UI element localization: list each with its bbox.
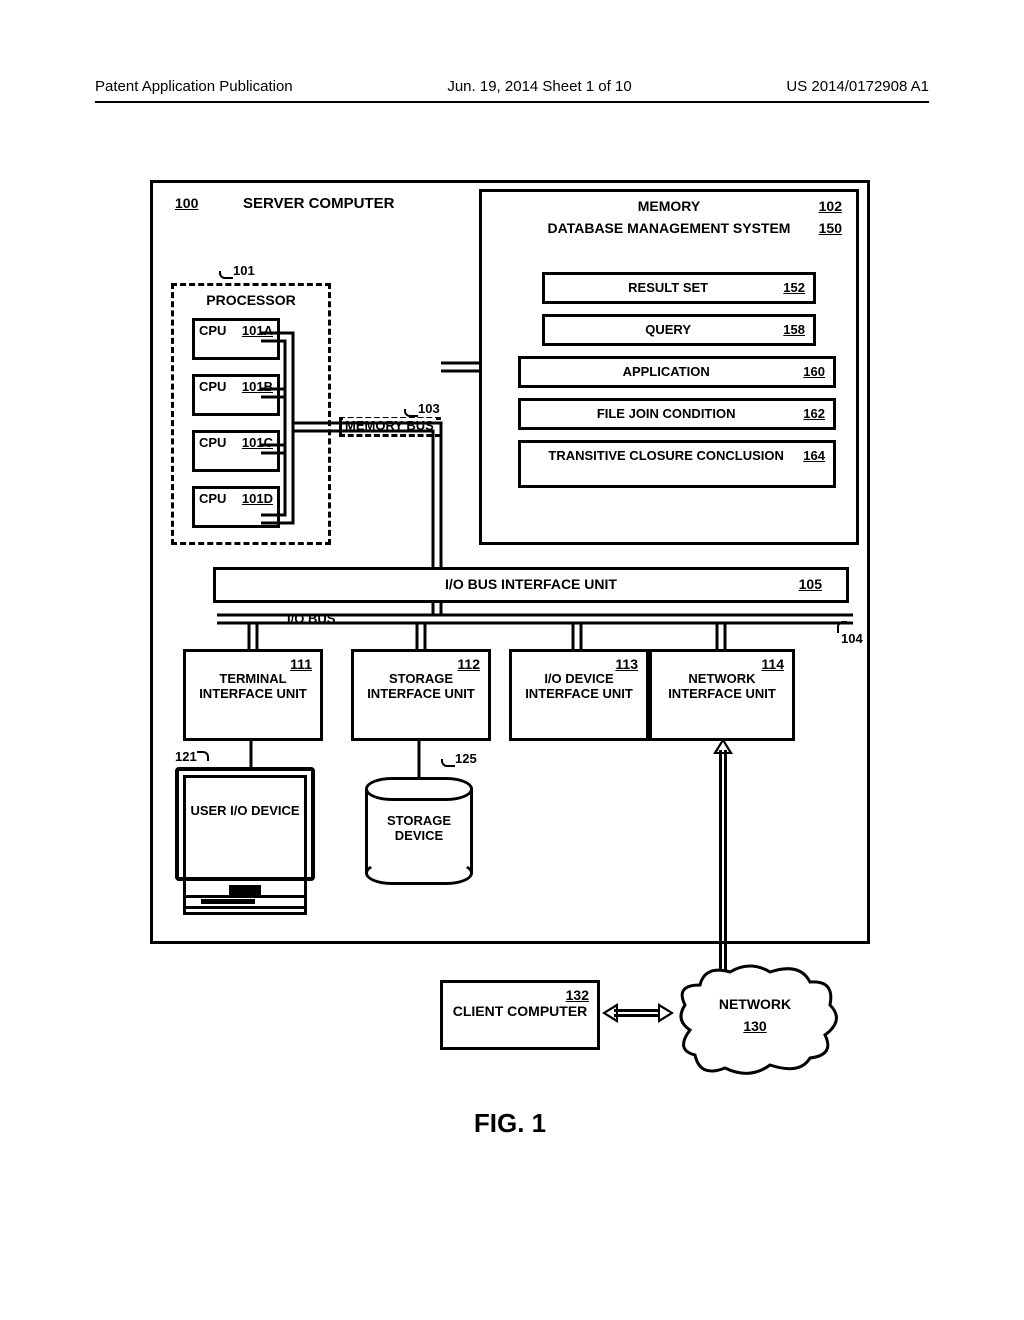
server-computer-box: 100 SERVER COMPUTER 101 PROCESSOR CPU101… — [150, 180, 870, 944]
diagram: 100 SERVER COMPUTER 101 PROCESSOR CPU101… — [150, 180, 870, 1180]
ref-100: 100 — [175, 195, 198, 211]
memory-box: MEMORY 102 DATABASE MANAGEMENT SYSTEM 15… — [479, 189, 859, 545]
network-label: NETWORK — [670, 996, 840, 1012]
user-io-device: USER I/O DEVICE — [175, 767, 315, 923]
memory-title: MEMORY — [482, 198, 856, 214]
io-bus-label: I/O BUS — [283, 611, 339, 626]
figure-label: FIG. 1 — [150, 1108, 870, 1139]
ref-102: 102 — [819, 198, 842, 214]
header-rule — [95, 101, 929, 103]
page-header: Patent Application Publication Jun. 19, … — [95, 78, 929, 95]
storage-device: STORAGE DEVICE — [365, 777, 473, 885]
ref-105: 105 — [799, 576, 822, 592]
ref-121: 121 — [175, 749, 197, 764]
file-join-box: FILE JOIN CONDITION162 — [518, 398, 836, 430]
network-cloud: NETWORK 130 — [670, 960, 840, 1080]
query-box: QUERY158 — [542, 314, 816, 346]
header-right: US 2014/0172908 A1 — [786, 78, 929, 95]
header-center: Jun. 19, 2014 Sheet 1 of 10 — [447, 78, 631, 95]
ref-104: 104 — [841, 631, 863, 646]
ref-103: 103 — [418, 401, 440, 416]
transitive-box: TRANSITIVE CLOSURE CONCLUSION164 — [518, 440, 836, 488]
cpu-101b: CPU101B — [192, 374, 280, 416]
processor-box: PROCESSOR CPU101A CPU101B CPU101C CPU101… — [171, 283, 331, 545]
dbms-label: DATABASE MANAGEMENT SYSTEM — [498, 220, 840, 236]
ref-150: 150 — [819, 220, 842, 236]
cpu-101c: CPU101C — [192, 430, 280, 472]
header-left: Patent Application Publication — [95, 78, 293, 95]
storage-interface-unit: 112STORAGE INTERFACE UNIT — [351, 649, 491, 741]
application-box: APPLICATION160 — [518, 356, 836, 388]
ref-132: 132 — [566, 987, 589, 1003]
network-interface-unit: 114NETWORK INTERFACE UNIT — [649, 649, 795, 741]
io-bus-interface-unit: I/O BUS INTERFACE UNIT 105 — [213, 567, 849, 603]
client-network-arrow — [602, 1006, 674, 1020]
client-computer-box: 132 CLIENT COMPUTER — [440, 980, 600, 1050]
processor-title: PROCESSOR — [174, 292, 328, 308]
result-set-box: RESULT SET152 — [542, 272, 816, 304]
ref-130: 130 — [670, 1018, 840, 1034]
terminal-interface-unit: 111TERMINAL INTERFACE UNIT — [183, 649, 323, 741]
cpu-101d: CPU101D — [192, 486, 280, 528]
io-device-interface-unit: 113I/O DEVICE INTERFACE UNIT — [509, 649, 649, 741]
server-title: SERVER COMPUTER — [243, 195, 394, 212]
ref-125: 125 — [455, 751, 477, 766]
cpu-101a: CPU101A — [192, 318, 280, 360]
ref-101: 101 — [233, 263, 255, 278]
memory-bus-label: MEMORY BUS — [343, 418, 436, 433]
